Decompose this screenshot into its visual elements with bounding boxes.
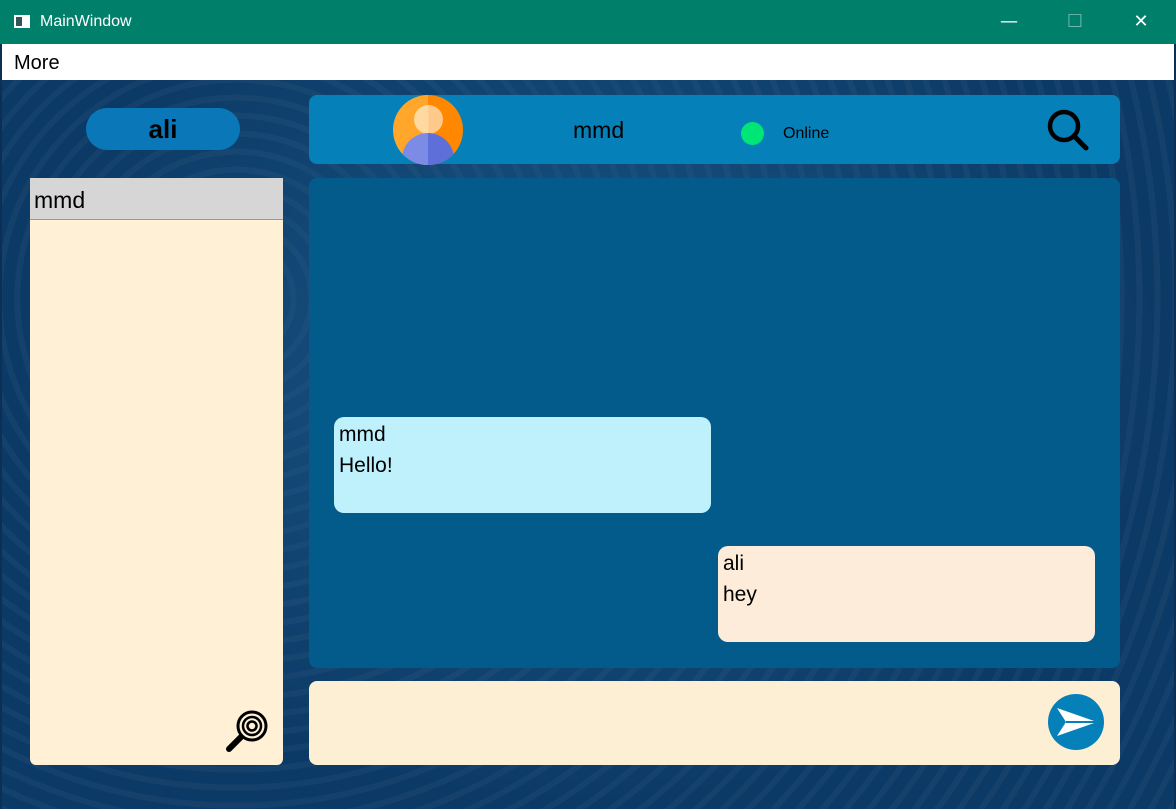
find-contact-button[interactable] — [224, 708, 270, 754]
message-sender: ali — [723, 552, 745, 575]
chat-header: mmd Online — [309, 95, 1120, 165]
main-content: ali mmd Online mmd mmd Hello! ali hey — [2, 80, 1174, 809]
outgoing-message-bubble: ali hey — [718, 546, 1095, 642]
online-status-dot — [741, 122, 764, 145]
send-button[interactable] — [1047, 693, 1105, 751]
incoming-message-bubble: mmd Hello! — [334, 417, 711, 513]
maximize-button[interactable]: ☐ — [1042, 0, 1108, 44]
message-sender: mmd — [339, 423, 386, 446]
online-status-label: Online — [783, 125, 830, 142]
close-button[interactable]: ✕ — [1108, 0, 1174, 44]
app-icon — [14, 15, 30, 28]
minimize-button[interactable]: — — [976, 0, 1042, 44]
send-icon — [1048, 694, 1104, 750]
magnifier-icon — [226, 710, 268, 752]
window-title: MainWindow — [40, 13, 132, 30]
message-input[interactable] — [317, 689, 1041, 759]
search-button[interactable] — [1045, 107, 1091, 153]
message-area: mmd Hello! ali hey — [309, 178, 1120, 668]
title-bar: MainWindow — ☐ ✕ — [0, 0, 1176, 44]
contact-list: mmd — [30, 178, 283, 765]
chat-contact-name: mmd — [573, 117, 625, 143]
user-avatar-icon — [393, 95, 463, 165]
search-icon — [1047, 109, 1089, 151]
current-user-label: ali — [86, 108, 240, 150]
message-text: hey — [723, 583, 757, 606]
message-text: Hello! — [339, 454, 393, 477]
contact-item[interactable]: mmd — [30, 178, 283, 220]
menu-bar: More — [2, 44, 1174, 80]
menu-more[interactable]: More — [14, 52, 60, 75]
message-composer — [309, 681, 1120, 765]
contact-item-label: mmd — [34, 187, 86, 213]
